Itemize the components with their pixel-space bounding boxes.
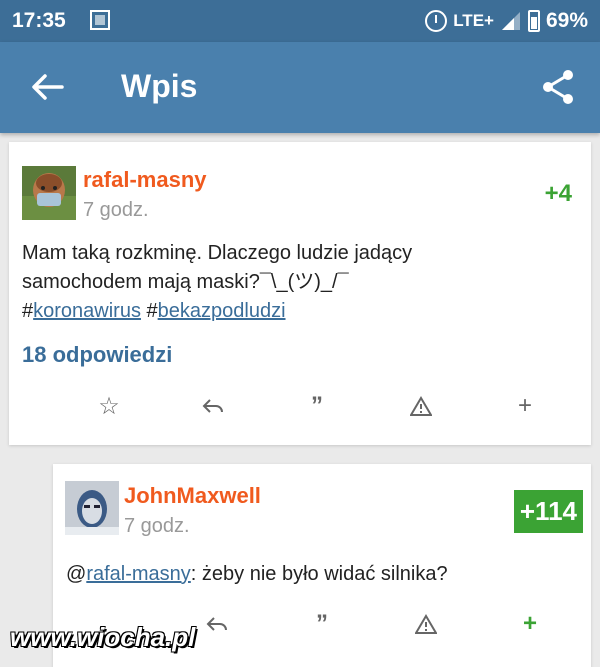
share-icon[interactable] [540, 68, 576, 106]
post-votes: +4 [544, 180, 572, 207]
tag-link[interactable]: bekazpodludzi [158, 300, 286, 322]
post-text-line: Mam taką rozkminę. Dlaczego ludzie jadąc… [22, 242, 413, 264]
post-tags: #koronawirus #bekazpodludzi [22, 300, 286, 322]
status-bar: 17:35 LTE+ 69% [0, 0, 600, 42]
signal-icon [501, 12, 520, 30]
watermark: www.wiocha.pl [10, 622, 196, 652]
post-body: Mam taką rozkminę. Dlaczego ludzie jadąc… [22, 239, 542, 326]
post-actions: ☆ ” + [9, 386, 591, 426]
quote-icon[interactable]: ” [299, 386, 335, 426]
mention-link[interactable]: rafal-masny [86, 563, 190, 585]
avatar[interactable] [65, 481, 119, 535]
reply-icon[interactable] [199, 604, 235, 644]
post-card: rafal-masny 7 godz. +4 Mam taką rozkminę… [9, 142, 591, 445]
battery-level: 69% [545, 9, 588, 32]
post-time: 7 godz. [83, 199, 149, 221]
report-warning-icon[interactable] [403, 386, 439, 426]
app-bar: Wpis [0, 42, 600, 133]
reply-icon[interactable] [195, 386, 231, 426]
alarm-icon [425, 10, 448, 32]
comment-author[interactable]: JohnMaxwell [124, 483, 261, 509]
replies-link[interactable]: 18 odpowiedzi [22, 342, 172, 368]
plus-vote-icon[interactable]: + [512, 604, 548, 644]
post-author[interactable]: rafal-masny [83, 167, 207, 193]
quote-icon[interactable]: ” [304, 604, 340, 644]
comment-body: @rafal-masny: żeby nie było widać silnik… [66, 563, 448, 585]
app-notification-icon [90, 10, 110, 30]
status-indicators: LTE+ 69% [425, 9, 588, 33]
comment-votes: +114 [513, 490, 583, 533]
comment-text: : żeby nie było widać silnika? [190, 563, 448, 585]
back-arrow-icon[interactable] [28, 68, 66, 106]
comment-time: 7 godz. [124, 515, 190, 537]
status-time: 17:35 [12, 9, 66, 32]
favorite-star-icon[interactable]: ☆ [91, 386, 127, 426]
battery-icon [527, 10, 540, 32]
avatar[interactable] [22, 166, 76, 220]
plus-vote-icon[interactable]: + [507, 386, 543, 426]
report-warning-icon[interactable] [408, 604, 444, 644]
tag-link[interactable]: koronawirus [33, 300, 141, 322]
post-text-line: samochodem mają maski?¯\_(ツ)_/¯ [22, 271, 349, 293]
page-title: Wpis [121, 68, 198, 104]
network-type: LTE+ [453, 11, 494, 30]
